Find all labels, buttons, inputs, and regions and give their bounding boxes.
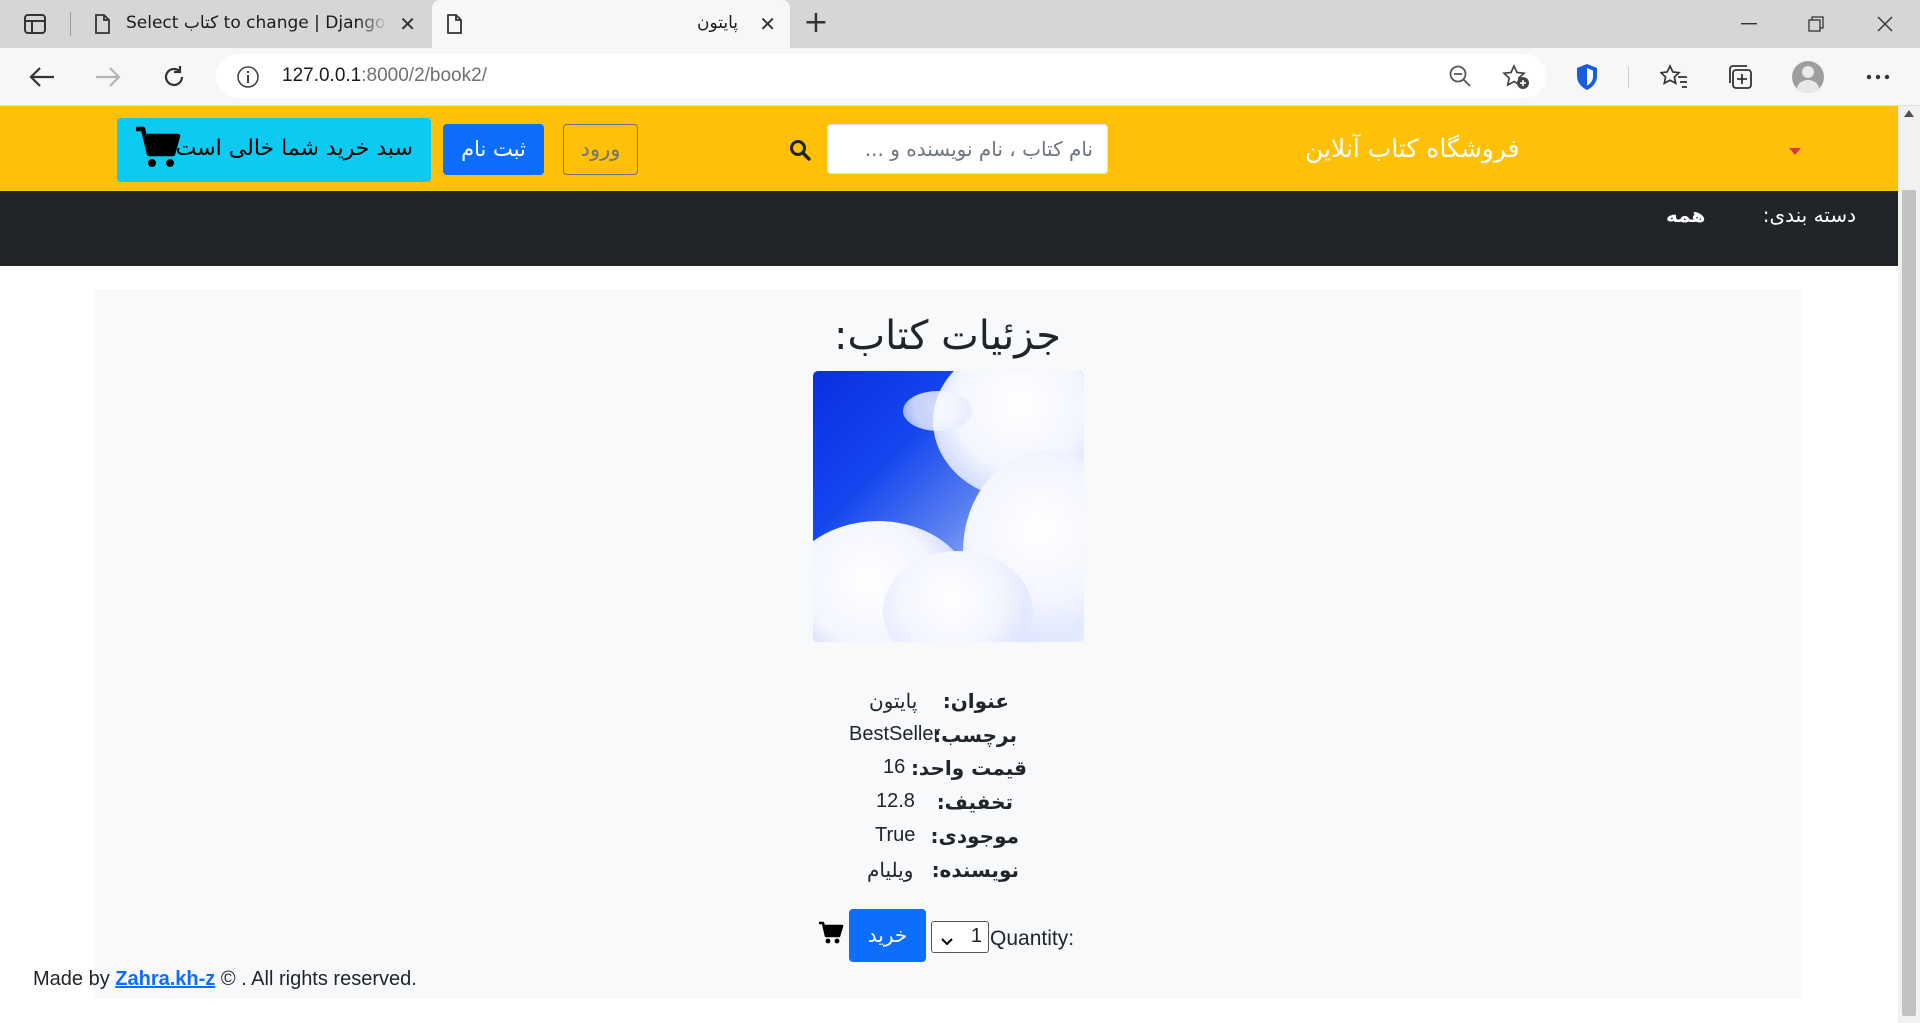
browser-tab-bar: Select کتاب to change | Django site admi… [0,0,1920,48]
detail-row-stock: موجودی: True [94,824,1801,858]
detail-row-title: عنوان: پایتون [94,689,1801,723]
close-icon[interactable]: ✕ [759,14,776,34]
detail-value: ویلیام [867,860,914,882]
detail-value: True [875,824,916,846]
detail-value: پایتون [869,691,918,713]
dropdown-caret-icon[interactable] [1789,148,1801,155]
vertical-scrollbar[interactable] [1898,106,1920,1023]
close-icon[interactable]: ✕ [399,14,416,34]
add-favorite-icon[interactable] [1502,63,1530,94]
url-text: 127.0.0.1:8000/2/book2/ [282,65,487,87]
detail-row-tag: برچسب: BestSeller [94,723,1801,757]
url-path: :8000/2/book2/ [361,65,487,86]
detail-label: نویسنده: [931,858,1019,882]
shield-extension-icon[interactable] [1571,61,1603,93]
detail-value: BestSeller [849,723,941,745]
quantity-label: Quantity: [990,927,1075,950]
category-label: دسته بندی: [1762,203,1856,227]
detail-value: 12.8 [876,790,915,812]
url-host: 127.0.0.1 [282,65,362,86]
more-options-icon[interactable] [1862,61,1894,93]
buy-button[interactable]: خرید [849,909,926,962]
info-icon[interactable] [236,65,260,93]
zoom-out-icon[interactable] [1448,64,1472,92]
scroll-up-arrow-icon[interactable] [1904,110,1914,117]
footer-author-link[interactable]: Zahra.kh-z [115,968,215,990]
page-title: جزئیات کتاب: [834,313,1061,359]
address-bar[interactable]: 127.0.0.1:8000/2/book2/ [216,54,1546,98]
scroll-thumb[interactable] [1902,190,1916,1016]
browser-toolbar: 127.0.0.1:8000/2/book2/ [0,48,1920,106]
detail-label: برچسب: [933,723,1017,747]
book-cover-image [813,371,1084,642]
site-header: سبد خرید شما خالی است ثبت نام ورود فروشگ… [0,106,1898,191]
cart-label: سبد خرید شما خالی است [175,136,413,161]
footer-prefix: Made by [33,968,110,990]
detail-label: تخفیف: [936,790,1013,814]
detail-label: موجودی: [930,824,1019,848]
detail-row-author: نویسنده: ویلیام [94,858,1801,892]
forward-icon[interactable] [92,61,124,93]
profile-avatar[interactable] [1792,61,1824,93]
login-button[interactable]: ورود [563,124,638,175]
page-viewport: سبد خرید شما خالی است ثبت نام ورود فروشگ… [0,106,1898,1023]
search-input[interactable] [827,124,1108,174]
cart-icon [135,125,181,175]
back-icon[interactable] [26,61,58,93]
site-brand[interactable]: فروشگاه کتاب آنلاین [1305,134,1520,163]
restore-icon[interactable] [1793,8,1839,40]
favorites-icon[interactable] [1658,61,1690,93]
refresh-icon[interactable] [158,61,190,93]
minimize-icon[interactable] [1726,8,1772,40]
tab-title: Select کتاب to change | Django site admi… [126,13,388,33]
tab-title: پایتون [696,13,738,33]
detail-value: 16 [883,756,906,778]
purchase-form: Quantity: 1 خرید [94,909,1801,965]
quantity-select[interactable]: 1 [931,921,989,953]
quantity-value: 1 [970,925,982,947]
chevron-down-icon [940,930,954,953]
browser-tab-admin[interactable]: Select کتاب to change | Django site admi… [80,0,430,48]
footer-suffix: © . All rights reserved. [220,968,417,990]
tab-actions-icon[interactable] [20,10,50,38]
new-tab-button[interactable]: + [800,8,832,40]
cart-icon [818,921,844,949]
category-item-all[interactable]: همه [1666,203,1705,227]
footer: Made by Zahra.kh-z © . All rights reserv… [33,968,417,991]
tab-separator [70,12,71,36]
document-icon [94,14,110,38]
collections-icon[interactable] [1724,61,1756,93]
browser-tab-book[interactable]: پایتون ✕ [432,0,790,48]
search-icon[interactable] [784,136,816,164]
book-detail-card: جزئیات کتاب: عنوان: پایتون برچسب: BestSe… [94,289,1801,999]
window-close-icon[interactable] [1862,8,1908,40]
detail-label: قیمت واحد: [910,756,1027,780]
document-icon [446,14,462,38]
detail-label: عنوان: [942,689,1009,713]
cart-button[interactable]: سبد خرید شما خالی است [117,118,431,182]
register-button[interactable]: ثبت نام [443,124,544,175]
category-bar: دسته بندی: همه [0,191,1898,266]
detail-row-discount: تخفیف: 12.8 [94,790,1801,824]
detail-row-price: قیمت واحد: 16 [94,756,1801,790]
toolbar-divider [1628,66,1629,88]
